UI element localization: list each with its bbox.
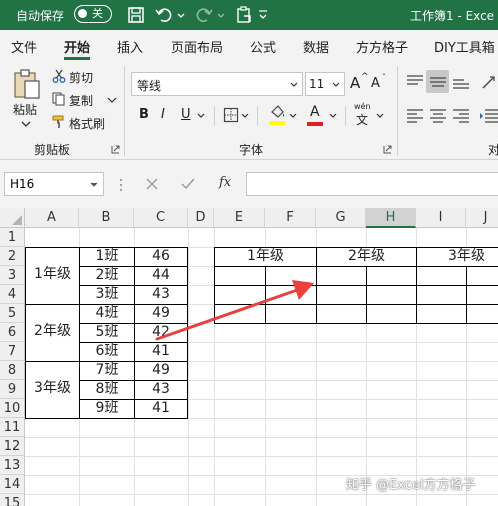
align-bottom-icon[interactable] <box>452 74 470 90</box>
paste-icon[interactable] <box>12 68 42 100</box>
tab-home[interactable]: 开始 <box>64 37 90 56</box>
insert-function-button[interactable]: fx <box>219 175 231 190</box>
tab-formulas[interactable]: 公式 <box>250 37 276 56</box>
font-color-button[interactable]: A <box>310 104 320 120</box>
formula-bar-area: H16 fx <box>0 160 498 208</box>
format-painter-label[interactable]: 格式刷 <box>69 115 105 132</box>
borders-icon[interactable] <box>223 107 239 123</box>
alignment-group-label: 对 <box>488 143 498 157</box>
autosave-label: 自动保存 <box>16 9 65 23</box>
tab-diy-toolbox[interactable]: DIY工具箱 <box>434 37 495 56</box>
phonetic-dropdown-icon[interactable] <box>376 113 384 119</box>
separator <box>257 106 258 126</box>
name-box-value: H16 <box>10 177 35 191</box>
worksheet-grid[interactable]: A B C D E F G H I J 1 2 3 4 5 6 7 8 9 10… <box>0 208 498 506</box>
scissors-icon[interactable] <box>52 69 66 83</box>
tab-page-layout[interactable]: 页面布局 <box>171 37 223 56</box>
font-size-select[interactable]: 11 <box>305 72 345 96</box>
copy-dropdown-icon[interactable] <box>107 97 117 103</box>
toggle-knob <box>78 9 87 18</box>
align-middle-icon <box>430 77 446 87</box>
enter-check-icon[interactable] <box>181 178 195 190</box>
tab-fangfang[interactable]: 方方格子 <box>356 37 408 56</box>
separator <box>345 106 346 126</box>
copy-icon[interactable] <box>52 92 66 106</box>
watermark: 知乎 @Excel方方格子 <box>346 478 476 493</box>
font-name-select[interactable]: 等线 <box>131 72 303 96</box>
caret-up-icon: ^ <box>361 72 369 82</box>
font-name-value: 等线 <box>137 79 162 93</box>
tab-data[interactable]: 数据 <box>303 37 329 56</box>
caret-down-icon: ˇ <box>382 73 386 82</box>
clipboard-launcher-icon[interactable] <box>111 145 120 154</box>
tab-insert[interactable]: 插入 <box>117 37 143 56</box>
save-icon[interactable] <box>126 5 146 25</box>
fill-color-dropdown-icon[interactable] <box>289 113 297 119</box>
chevron-down-icon <box>90 182 98 187</box>
clipboard-group-label: 剪贴板 <box>34 143 71 157</box>
name-box[interactable]: H16 <box>4 172 104 196</box>
font-size-value: 11 <box>309 77 325 91</box>
phonetic-top: wén <box>354 102 371 111</box>
align-top-icon[interactable] <box>406 74 424 90</box>
title-bar: 自动保存 关 工作簿1 - Exce <box>0 0 498 30</box>
customize-toolbar-icon[interactable] <box>258 5 268 25</box>
font-group-label: 字体 <box>239 143 264 157</box>
chevron-down-icon <box>332 82 340 87</box>
autosave-toggle[interactable]: 关 <box>74 5 112 23</box>
ribbon-tabs: 文件 开始 插入 页面布局 公式 数据 方方格子 DIY工具箱 <box>0 30 498 60</box>
formula-input[interactable] <box>246 172 498 196</box>
paste-label[interactable]: 粘贴 <box>13 101 37 118</box>
chevron-down-icon <box>290 82 298 87</box>
grow-font-button[interactable]: A <box>350 74 360 92</box>
cut-label[interactable]: 剪切 <box>69 69 93 86</box>
undo-icon[interactable] <box>154 5 174 25</box>
clipboard-doc-icon[interactable] <box>234 5 254 25</box>
undo-dropdown-icon[interactable] <box>176 5 186 25</box>
italic-button[interactable]: I <box>161 107 165 122</box>
align-left-icon[interactable] <box>406 108 424 124</box>
borders-dropdown-icon[interactable] <box>241 113 249 119</box>
align-right-icon[interactable] <box>452 108 470 124</box>
autosave-state: 关 <box>92 7 103 20</box>
document-title: 工作簿1 - Exce <box>410 9 495 23</box>
font-color-dropdown-icon[interactable] <box>329 113 337 119</box>
drag-handle-icon[interactable] <box>119 178 123 192</box>
font-color-swatch <box>307 122 323 126</box>
fill-color-icon[interactable] <box>268 104 286 126</box>
paste-dropdown-icon[interactable] <box>20 120 32 128</box>
shrink-font-button[interactable]: A <box>371 76 380 91</box>
red-arrow <box>155 280 314 341</box>
phonetic-guide-button[interactable]: 文 <box>356 111 368 128</box>
group-separator <box>124 66 125 156</box>
font-launcher-icon[interactable] <box>383 145 392 154</box>
underline-dropdown-icon[interactable] <box>197 113 205 119</box>
ribbon: 粘贴 剪切 复制 格式刷 剪贴板 等线 11 A ^ A ˇ B I U A w… <box>0 60 498 160</box>
separator <box>214 106 215 126</box>
format-painter-icon[interactable] <box>52 115 66 129</box>
group-separator <box>397 66 398 156</box>
bold-button[interactable]: B <box>139 107 149 122</box>
indent-icon[interactable] <box>479 108 498 124</box>
copy-label[interactable]: 复制 <box>69 92 93 109</box>
align-center-icon[interactable] <box>429 108 447 124</box>
cancel-icon[interactable] <box>146 178 158 190</box>
redo-dropdown-icon[interactable] <box>216 5 226 25</box>
redo-icon[interactable] <box>194 5 214 25</box>
tab-file[interactable]: 文件 <box>11 37 37 56</box>
orientation-icon[interactable] <box>479 74 498 92</box>
underline-button[interactable]: U <box>181 107 191 122</box>
